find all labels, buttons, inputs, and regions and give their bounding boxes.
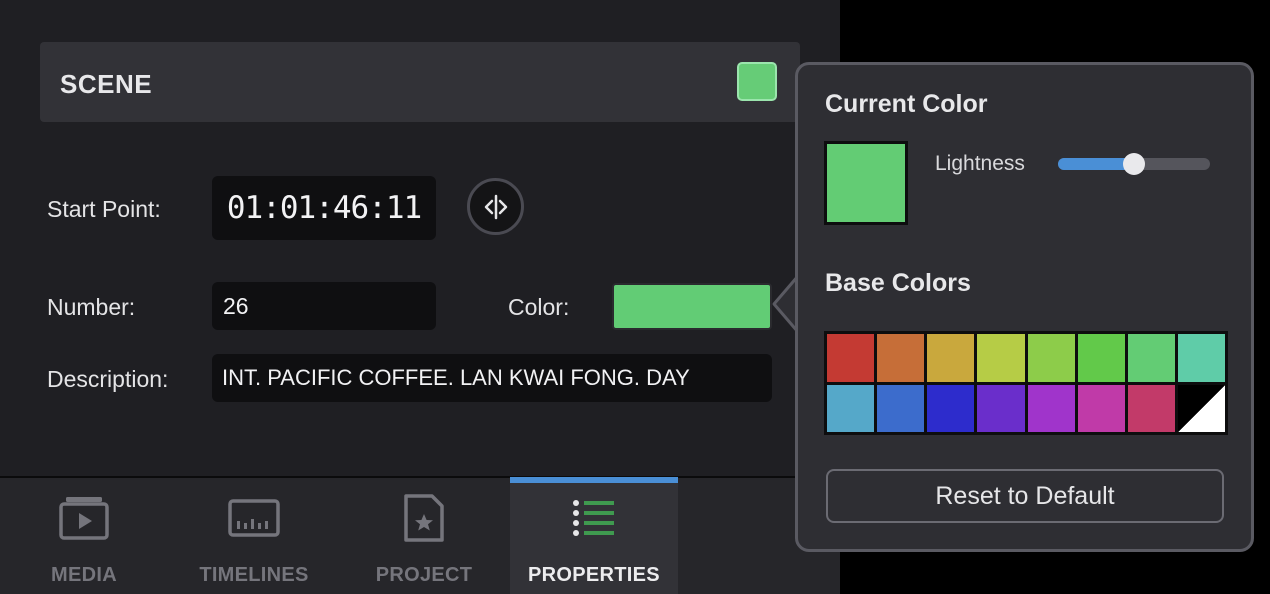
start-point-label: Start Point:	[47, 196, 161, 222]
base-color-swatch[interactable]	[927, 334, 975, 382]
number-label: Number:	[47, 294, 136, 320]
lightness-label: Lightness	[935, 152, 1025, 175]
color-label: Color:	[508, 294, 570, 320]
lightness-slider[interactable]	[1058, 153, 1210, 175]
properties-icon	[573, 500, 614, 536]
current-color-swatch	[824, 141, 908, 225]
current-color-title: Current Color	[825, 90, 988, 118]
start-point-timecode[interactable]: 01:01:46:11	[212, 176, 436, 240]
base-color-swatch[interactable]	[877, 384, 925, 432]
media-icon	[59, 497, 109, 540]
base-color-swatch[interactable]	[1077, 334, 1125, 382]
base-color-swatch[interactable]	[977, 384, 1025, 432]
base-color-swatch[interactable]	[927, 384, 975, 432]
tab-properties-label: PROPERTIES	[528, 564, 660, 586]
base-color-swatch[interactable]	[1027, 334, 1075, 382]
properties-panel: SCENE Start Point: 01:01:46:11 Number: 2…	[0, 0, 840, 594]
tab-properties[interactable]: PROPERTIES	[510, 477, 678, 594]
project-icon	[404, 494, 444, 542]
split-icon	[484, 194, 507, 219]
number-field[interactable]: 26	[212, 282, 436, 330]
base-color-swatch[interactable]	[1177, 334, 1225, 382]
scene-title: SCENE	[60, 69, 153, 99]
scene-header: SCENE	[40, 42, 800, 122]
bottom-tab-bar: MEDIA TIMELINES PROJECT PROPERTIES	[0, 476, 840, 594]
base-color-swatch[interactable]	[877, 334, 925, 382]
color-popover: Current Color Lightness Base Colors Rese…	[795, 62, 1254, 552]
base-color-swatch[interactable]	[1127, 334, 1175, 382]
reset-to-default-button[interactable]: Reset to Default	[826, 469, 1224, 523]
tab-media[interactable]: MEDIA	[0, 478, 168, 594]
base-color-swatch[interactable]	[977, 334, 1025, 382]
description-label: Description:	[47, 366, 169, 392]
split-button[interactable]	[467, 178, 524, 235]
timelines-icon	[228, 499, 280, 537]
description-field[interactable]: INT. PACIFIC COFFEE. LAN KWAI FONG. DAY	[212, 354, 772, 402]
base-colors-grid	[824, 331, 1228, 435]
tab-project[interactable]: PROJECT	[340, 478, 508, 594]
tab-timelines[interactable]: TIMELINES	[170, 478, 338, 594]
tab-timelines-label: TIMELINES	[199, 564, 309, 586]
tab-media-label: MEDIA	[51, 564, 117, 586]
base-color-swatch[interactable]	[827, 334, 875, 382]
lightness-slider-knob[interactable]	[1123, 153, 1145, 175]
tab-project-label: PROJECT	[375, 564, 473, 586]
scene-color-swatch[interactable]	[737, 62, 777, 101]
base-colors-title: Base Colors	[825, 269, 971, 297]
base-color-swatch[interactable]	[827, 384, 875, 432]
base-color-black-white[interactable]	[1177, 384, 1225, 432]
color-picker-field[interactable]	[612, 283, 772, 330]
base-color-swatch[interactable]	[1077, 384, 1125, 432]
base-color-swatch[interactable]	[1127, 384, 1175, 432]
base-color-swatch[interactable]	[1027, 384, 1075, 432]
